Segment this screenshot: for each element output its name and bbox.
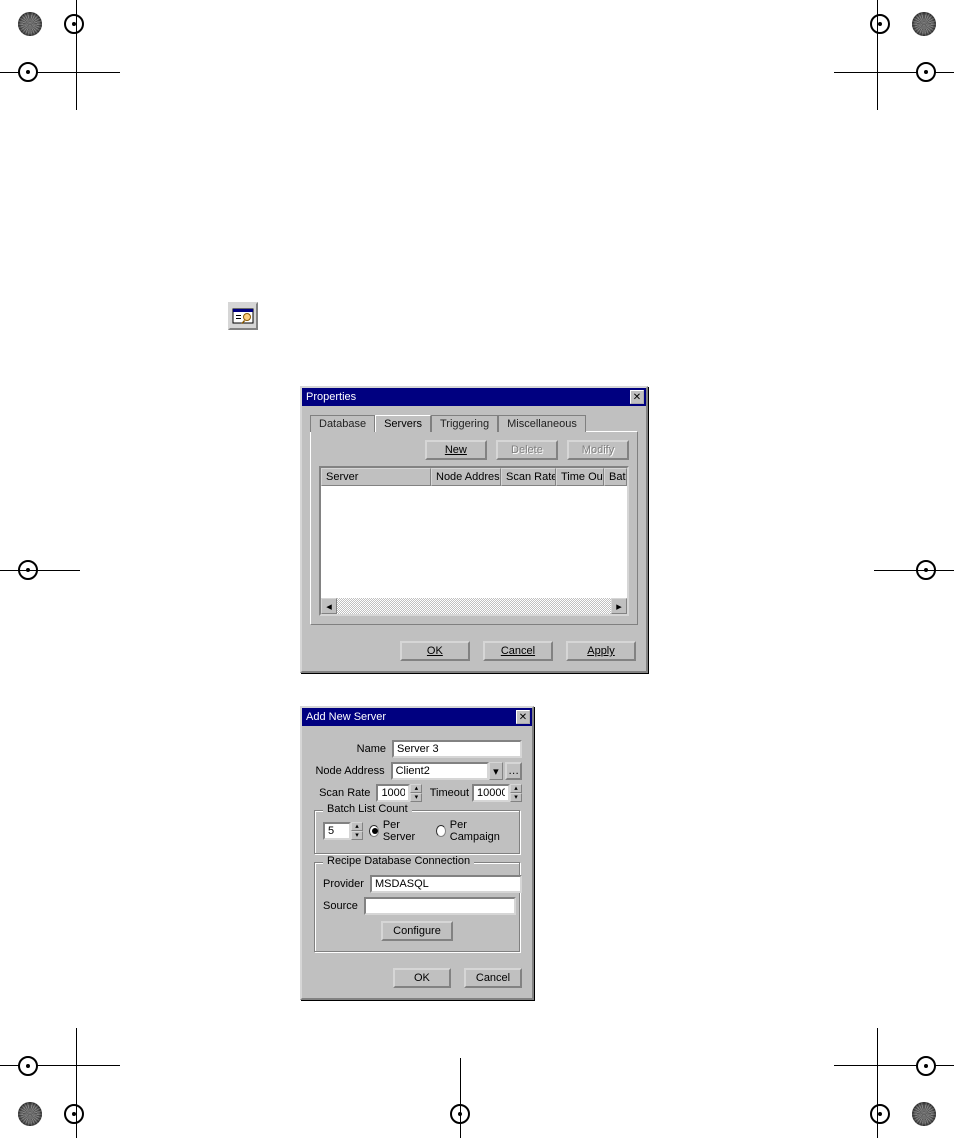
row-node-address: Node Address ▾ … (312, 762, 522, 780)
titlebar[interactable]: Properties ✕ (302, 388, 646, 406)
delete-button: Delete (496, 440, 558, 460)
crop-target-icon (916, 1056, 936, 1076)
new-button[interactable]: New (425, 440, 487, 460)
titlebar[interactable]: Add New Server ✕ (302, 708, 532, 726)
crop-line (834, 1065, 954, 1066)
spin-up-icon[interactable]: ▴ (510, 784, 522, 793)
add-new-server-dialog: Add New Server ✕ Name Node Address ▾ … S… (300, 706, 534, 1000)
source-input[interactable] (364, 897, 516, 915)
spin-up-icon[interactable]: ▴ (351, 822, 363, 831)
timeout-spinner[interactable]: ▴▾ (510, 784, 522, 802)
close-icon[interactable]: ✕ (516, 710, 530, 724)
close-icon[interactable]: ✕ (630, 390, 644, 404)
configure-button[interactable]: Configure (381, 921, 453, 941)
radio-per-campaign[interactable]: Per Campaign (436, 819, 505, 843)
col-node-address[interactable]: Node Address (431, 468, 501, 486)
crop-target-icon (870, 14, 890, 34)
crop-globe-icon (912, 1102, 936, 1126)
crop-line (877, 1028, 878, 1138)
spin-up-icon[interactable]: ▴ (410, 784, 422, 793)
row-name: Name (312, 740, 522, 758)
browse-button[interactable]: … (505, 762, 522, 780)
batch-list-count-group: Batch List Count ▴▾ Per Server Per Campa… (314, 810, 520, 854)
crop-target-icon (18, 1056, 38, 1076)
spin-down-icon[interactable]: ▾ (351, 831, 363, 840)
dialog-footer: OK Cancel Apply (302, 633, 646, 671)
label-timeout: Timeout (430, 787, 469, 799)
tab-triggering[interactable]: Triggering (431, 415, 498, 432)
cancel-button[interactable]: Cancel (464, 968, 522, 988)
apply-button[interactable]: Apply (566, 641, 636, 661)
scroll-track[interactable] (337, 598, 611, 614)
col-batch-list[interactable]: Batch List... (604, 468, 627, 486)
batch-count-input[interactable] (323, 822, 351, 840)
server-toolbar: New Delete Modify (319, 440, 629, 466)
crop-target-icon (870, 1104, 890, 1124)
crop-target-icon (64, 1104, 84, 1124)
dialog-footer: OK Cancel (302, 960, 532, 998)
provider-input[interactable] (370, 875, 522, 893)
crop-line (76, 0, 77, 110)
name-input[interactable] (392, 740, 522, 758)
scroll-right-icon[interactable]: ▸ (611, 598, 627, 614)
window-title: Add New Server (306, 711, 386, 723)
properties-icon (232, 306, 254, 326)
properties-icon-button[interactable] (228, 302, 258, 330)
dialog-body: Name Node Address ▾ … Scan Rate ▴▾ Timeo… (302, 726, 532, 952)
servers-list[interactable]: Server Node Address Scan Rate Time Out B… (319, 466, 629, 616)
timeout-input[interactable] (472, 784, 510, 802)
batch-list-legend: Batch List Count (323, 803, 412, 815)
col-scan-rate[interactable]: Scan Rate (501, 468, 556, 486)
crop-line (877, 0, 878, 110)
scroll-left-icon[interactable]: ◂ (321, 598, 337, 614)
col-timeout[interactable]: Time Out (556, 468, 604, 486)
tab-miscellaneous[interactable]: Miscellaneous (498, 415, 586, 432)
label-provider: Provider (323, 878, 364, 890)
scan-rate-spinner[interactable]: ▴▾ (410, 784, 422, 802)
scan-rate-input[interactable] (376, 784, 410, 802)
recipe-legend: Recipe Database Connection (323, 855, 474, 867)
label-scan-rate: Scan Rate (312, 787, 370, 799)
recipe-db-connection-group: Recipe Database Connection Provider Sour… (314, 862, 520, 952)
radio-per-server[interactable]: Per Server (369, 819, 424, 843)
tab-pane-servers: New Delete Modify Server Node Address Sc… (310, 431, 638, 625)
tab-servers[interactable]: Servers (375, 415, 431, 432)
ok-button[interactable]: OK (393, 968, 451, 988)
crop-line (874, 570, 954, 571)
label-node: Node Address (312, 765, 385, 777)
crop-globe-icon (18, 1102, 42, 1126)
label-name: Name (312, 743, 386, 755)
crop-line (460, 1058, 461, 1138)
crop-line (0, 570, 80, 571)
list-body[interactable] (321, 486, 627, 598)
spin-down-icon[interactable]: ▾ (410, 793, 422, 802)
spin-down-icon[interactable]: ▾ (510, 793, 522, 802)
tab-database[interactable]: Database (310, 415, 375, 432)
crop-line (76, 1028, 77, 1138)
tabs: Database Servers Triggering Miscellaneou… (310, 414, 638, 431)
horizontal-scrollbar[interactable]: ◂ ▸ (321, 598, 627, 614)
crop-globe-icon (912, 12, 936, 36)
crop-target-icon (916, 62, 936, 82)
node-address-select[interactable] (391, 762, 489, 780)
dropdown-arrow-icon[interactable]: ▾ (489, 762, 504, 780)
batch-count-spinner[interactable]: ▴▾ (351, 822, 363, 840)
crop-line (834, 72, 954, 73)
crop-target-icon (18, 62, 38, 82)
window-title: Properties (306, 391, 356, 403)
label-source: Source (323, 900, 358, 912)
row-scan-timeout: Scan Rate ▴▾ Timeout ▴▾ (312, 784, 522, 802)
list-headers: Server Node Address Scan Rate Time Out B… (321, 468, 627, 486)
ok-button[interactable]: OK (400, 641, 470, 661)
col-server[interactable]: Server (321, 468, 431, 486)
cancel-button[interactable]: Cancel (483, 641, 553, 661)
properties-window: Properties ✕ Database Servers Triggering… (300, 386, 648, 673)
crop-globe-icon (18, 12, 42, 36)
crop-target-icon (64, 14, 84, 34)
modify-button: Modify (567, 440, 629, 460)
